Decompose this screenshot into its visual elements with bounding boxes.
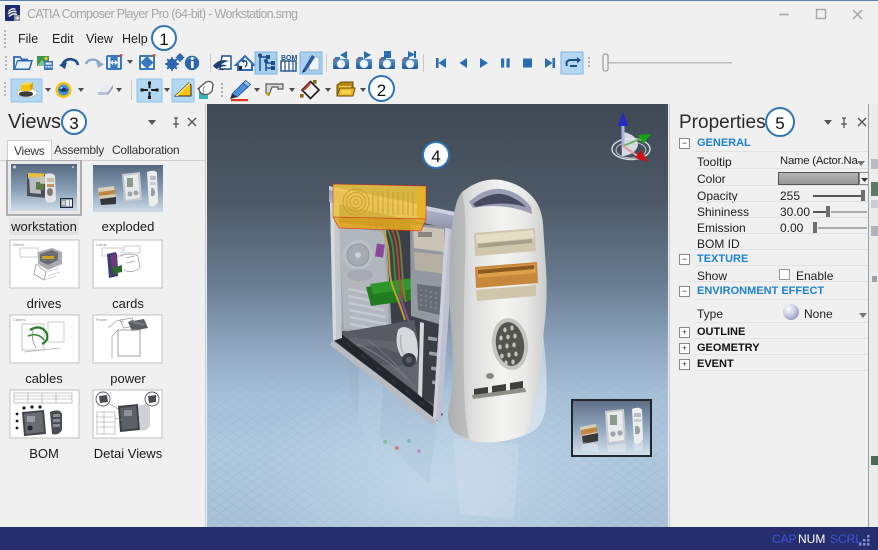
svg-text:Cables: Cables	[13, 317, 25, 322]
svg-text:Detai Views: Detai Views	[94, 446, 163, 460]
svg-text:Cards: Cards	[96, 242, 107, 247]
svg-text:Power: Power	[96, 317, 108, 322]
svg-text:drives: drives	[27, 296, 62, 311]
svg-text:cables: cables	[25, 371, 63, 386]
svg-text:BOM: BOM	[29, 446, 59, 460]
svg-text:workstation: workstation	[10, 219, 77, 234]
svg-text:Drives: Drives	[13, 242, 24, 247]
svg-text:power: power	[110, 371, 146, 386]
svg-text:cards: cards	[112, 296, 144, 311]
svg-text:exploded: exploded	[102, 219, 155, 234]
